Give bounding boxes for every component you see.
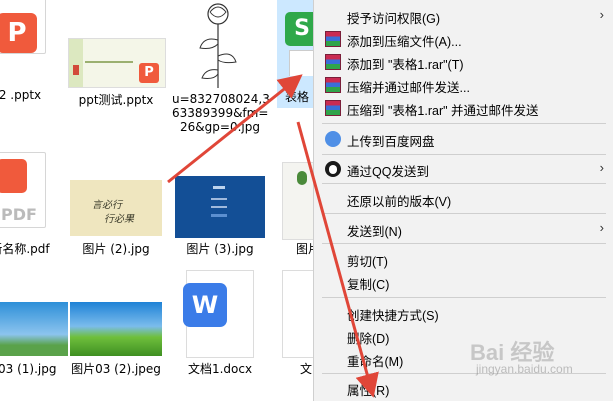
- chevron-right-icon: ›: [599, 220, 604, 235]
- menu-item-label: 复制(C): [347, 278, 390, 292]
- calligraphy-thumbnail: 言必行 行必果: [70, 180, 162, 236]
- menu-item-label: 添加到 "表格1.rar"(T): [347, 58, 464, 72]
- menu-item-label: 删除(D): [347, 332, 390, 346]
- winrar-icon: [325, 54, 341, 70]
- menu-item-label: 剪切(T): [347, 255, 388, 269]
- menu-item-compress-to-rar-email[interactable]: 压缩到 "表格1.rar" 并通过邮件发送: [314, 97, 613, 119]
- file-item-pptx-2[interactable]: P 2 .pptx: [0, 0, 68, 112]
- baidu-watermark-url: jingyan.baidu.com: [476, 362, 573, 376]
- calligraphy-line2: 行必果: [104, 214, 134, 225]
- file-item-ppt-test[interactable]: P ppt测试.pptx: [68, 0, 166, 112]
- menu-item-upload-baidu[interactable]: 上传到百度网盘: [314, 128, 613, 150]
- menu-item-label: 上传到百度网盘: [347, 135, 435, 149]
- chevron-right-icon: ›: [599, 160, 604, 175]
- menu-item-label: 发送到(N): [347, 225, 402, 239]
- menu-item-copy[interactable]: 复制(C): [314, 271, 613, 293]
- meadow-photo-thumbnail: [70, 302, 162, 356]
- file-name-line1: u=832708024,3: [172, 92, 270, 106]
- menu-item-cut[interactable]: 剪切(T): [314, 248, 613, 270]
- blue-login-thumbnail: [175, 176, 265, 238]
- file-item-rose-jpg[interactable]: u=832708024,3 63389399&fm= 26&gp=0.jpg: [172, 0, 270, 150]
- docx-file-icon: W: [183, 270, 254, 358]
- winrar-icon: [325, 31, 341, 47]
- menu-separator: [322, 243, 606, 244]
- sky-photo-thumbnail: [0, 302, 68, 356]
- file-item-wendang1[interactable]: W 文档1.docx: [172, 268, 268, 380]
- file-name: 表格: [284, 90, 309, 104]
- winrar-icon: [325, 77, 341, 93]
- calligraphy-line1: 言必行: [92, 200, 122, 211]
- file-name: 文档1.docx: [187, 362, 253, 376]
- context-menu: 授予访问权限(G) › 添加到压缩文件(A)... 添加到 "表格1.rar"(…: [313, 0, 613, 401]
- menu-item-compress-email[interactable]: 压缩并通过邮件发送...: [314, 74, 613, 96]
- ppt-slide-thumbnail: P: [68, 38, 166, 88]
- menu-item-send-via-qq[interactable]: 通过QQ发送到 ›: [314, 158, 613, 180]
- menu-item-label: 属性(R): [347, 384, 390, 398]
- menu-item-label: 压缩到 "表格1.rar" 并通过邮件发送: [347, 104, 539, 118]
- pdf-label: PDF: [1, 205, 37, 224]
- qq-icon: [325, 161, 341, 177]
- menu-separator: [322, 123, 606, 124]
- menu-item-restore-versions[interactable]: 还原以前的版本(V): [314, 188, 613, 210]
- menu-item-label: 授予访问权限(G): [347, 12, 441, 26]
- menu-item-add-to-rar[interactable]: 添加到 "表格1.rar"(T): [314, 51, 613, 73]
- file-name: 图片03 (2).jpeg: [71, 362, 161, 376]
- ppt-badge-icon: P: [0, 13, 37, 53]
- file-item-tupian-3[interactable]: 图片 (3).jpg: [172, 150, 268, 262]
- file-name: 2 .pptx: [0, 88, 42, 102]
- chevron-right-icon: ›: [599, 7, 604, 22]
- menu-item-label: 压缩并通过邮件发送...: [347, 81, 470, 95]
- menu-item-add-to-archive[interactable]: 添加到压缩文件(A)...: [314, 28, 613, 50]
- menu-item-properties[interactable]: 属性(R): [314, 377, 613, 399]
- menu-item-label: 重命名(M): [347, 355, 404, 369]
- file-name-line2: 63389399&fm=: [172, 106, 269, 120]
- file-name-line3: 26&gp=0.jpg: [180, 120, 260, 134]
- menu-item-delete[interactable]: 删除(D): [314, 325, 613, 347]
- file-item-pdf[interactable]: PDF 新名称.pdf: [0, 150, 68, 262]
- baidu-cloud-icon: [325, 131, 341, 147]
- menu-item-label: 创建快捷方式(S): [347, 309, 439, 323]
- menu-item-label: 通过QQ发送到: [347, 165, 429, 179]
- menu-item-label: 添加到压缩文件(A)...: [347, 35, 462, 49]
- menu-separator: [322, 183, 606, 184]
- menu-separator: [322, 154, 606, 155]
- file-name: 图片 (2).jpg: [82, 242, 150, 256]
- doc-file-icon: [282, 270, 316, 358]
- file-name: 03 (1).jpg: [0, 362, 57, 376]
- menu-item-label: 还原以前的版本(V): [347, 195, 452, 209]
- file-name: ppt测试.pptx: [78, 93, 154, 107]
- file-item-tupian03-1[interactable]: 03 (1).jpg: [0, 268, 68, 380]
- pdf-file-icon: PDF: [0, 152, 46, 228]
- winrar-icon: [325, 100, 341, 116]
- word-badge-icon: W: [183, 283, 227, 327]
- file-item-tupian-2[interactable]: 言必行 行必果 图片 (2).jpg: [68, 150, 164, 262]
- menu-item-create-shortcut[interactable]: 创建快捷方式(S): [314, 302, 613, 324]
- menu-item-send-to[interactable]: 发送到(N) ›: [314, 218, 613, 240]
- file-item-tupian03-2[interactable]: 图片03 (2).jpeg: [68, 268, 164, 380]
- file-name: 新名称.pdf: [0, 242, 50, 256]
- file-explorer-view: P 2 .pptx P ppt测试.pptx u=832708024,3 633…: [0, 0, 320, 401]
- rose-sketch-thumbnail: [186, 0, 246, 90]
- menu-item-grant-access[interactable]: 授予访问权限(G) ›: [314, 5, 613, 27]
- pptx-file-icon: P: [0, 0, 46, 54]
- menu-separator: [322, 213, 606, 214]
- file-name: 图片 (3).jpg: [186, 242, 254, 256]
- menu-separator: [322, 297, 606, 298]
- ppt-badge-icon: P: [139, 63, 159, 83]
